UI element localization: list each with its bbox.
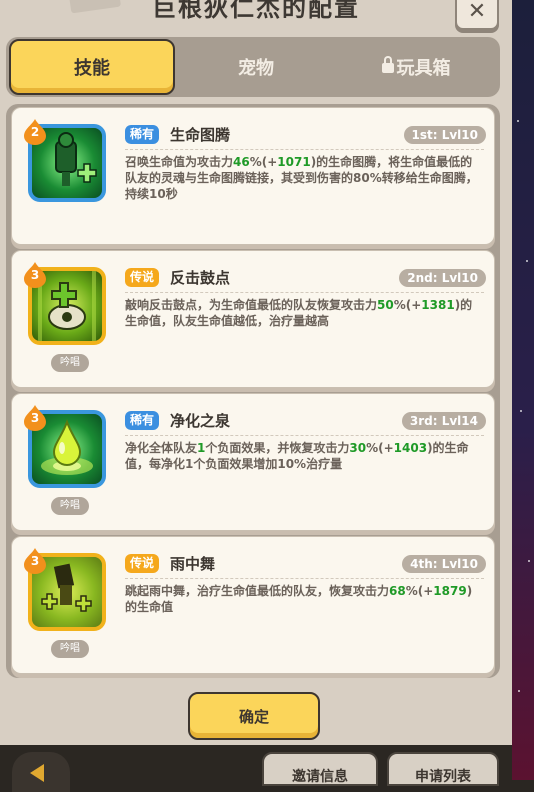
card-divider — [125, 149, 484, 150]
skill-description: 跳起雨中舞，治疗生命值最低的队友，恢复攻击力68%(+1879)的生命值 — [125, 583, 482, 615]
value-highlight: 1381 — [421, 298, 455, 312]
desc-text: 跳起雨中舞，治疗生命值最低的队友，恢复攻击力 — [125, 584, 390, 598]
desc-text: %(+ — [366, 441, 394, 455]
value-highlight: 30 — [349, 441, 367, 455]
skill-description: 召唤生命值为攻击力46%(+1071)的生命图腾，将生命值最低的队友的灵魂与生命… — [125, 154, 482, 202]
value-highlight: 1403 — [393, 441, 428, 455]
back-button[interactable] — [12, 752, 70, 792]
tab-toybox-label: 玩具箱 — [396, 58, 451, 79]
rarity-badge: 稀有 — [125, 125, 160, 144]
skill-slot-level: 3rd: Lvl14 — [401, 412, 486, 430]
value-highlight: 1071 — [277, 155, 311, 169]
tab-skills[interactable]: 技能 — [9, 39, 175, 95]
desc-text: 个负面效果，并恢复攻击力 — [205, 441, 350, 455]
rarity-badge: 传说 — [125, 554, 160, 573]
skill-list: 2 稀有 生命图腾 1st: Lvl10 召唤生命值为攻击力46%(+1071)… — [6, 104, 500, 678]
tab-pets-label: 宠物 — [238, 58, 274, 79]
invite-info-button[interactable]: 邀请信息 — [262, 752, 378, 786]
skill-card[interactable]: 3 吟唱 传说 雨中舞 4th: Lvl10 跳起雨中舞，治疗生命值最低的队友，… — [11, 536, 495, 674]
skill-card[interactable]: 3 吟唱 传说 反击鼓点 2nd: Lvl10 敲响反击鼓点，为生命值最低的队友… — [11, 250, 495, 388]
value-highlight: 50 — [377, 298, 394, 312]
confirm-button[interactable]: 确定 — [188, 692, 320, 740]
tab-toybox[interactable]: 玩具箱 — [336, 41, 496, 93]
desc-text: %(+ — [393, 298, 422, 312]
skill-description: 净化全体队友1个负面效果，并恢复攻击力30%(+1403)的生命值，每净化1个负… — [125, 440, 482, 472]
value-highlight: 46 — [233, 155, 250, 169]
tab-bar: 技能 宠物 玩具箱 — [6, 37, 500, 97]
back-arrow-icon — [30, 764, 44, 782]
apply-list-label: 申请列表 — [415, 769, 471, 785]
close-icon: ✕ — [467, 0, 487, 24]
chant-tag: 吟唱 — [51, 354, 89, 372]
dialog-title-bar: 巨根狄仁杰的配置 ✕ — [0, 0, 512, 30]
rarity-badge: 稀有 — [125, 411, 160, 430]
rarity-badge: 传说 — [125, 268, 160, 287]
apply-list-button[interactable]: 申请列表 — [387, 752, 499, 786]
skill-description: 敲响反击鼓点，为生命值最低的队友恢复攻击力50%(+1381)的生命值，队友生命… — [125, 297, 482, 329]
chant-tag: 吟唱 — [51, 497, 89, 515]
space-background — [512, 0, 534, 780]
skill-name: 生命图腾 — [170, 126, 231, 144]
tab-pets[interactable]: 宠物 — [176, 41, 336, 93]
skill-card[interactable]: 2 稀有 生命图腾 1st: Lvl10 召唤生命值为攻击力46%(+1071)… — [11, 107, 495, 245]
desc-text: %(+ — [249, 155, 278, 169]
tab-skills-label: 技能 — [74, 58, 110, 79]
confirm-label: 确定 — [238, 707, 269, 726]
desc-text: %(+ — [405, 584, 434, 598]
skill-name: 净化之泉 — [170, 412, 231, 430]
skill-slot-level: 1st: Lvl10 — [403, 126, 486, 144]
card-divider — [125, 435, 484, 436]
level-badge: 3 — [24, 262, 46, 288]
dialog-title: 巨根狄仁杰的配置 — [152, 0, 360, 22]
chant-tag: 吟唱 — [51, 640, 89, 658]
lock-icon — [381, 56, 394, 73]
skill-name: 反击鼓点 — [170, 269, 231, 287]
skill-slot-level: 2nd: Lvl10 — [399, 269, 486, 287]
invite-info-label: 邀请信息 — [292, 769, 348, 785]
skill-slot-level: 4th: Lvl10 — [402, 555, 486, 573]
level-badge: 2 — [24, 119, 46, 145]
skill-card[interactable]: 3 吟唱 稀有 净化之泉 3rd: Lvl14 净化全体队友1个负面效果，并恢复… — [11, 393, 495, 531]
desc-text: 敲响反击鼓点，为生命值最低的队友恢复攻击力 — [125, 298, 378, 312]
value-highlight: 1879 — [433, 584, 467, 598]
level-badge: 3 — [24, 405, 46, 431]
skill-name: 雨中舞 — [170, 555, 216, 573]
level-badge: 3 — [24, 548, 46, 574]
card-divider — [125, 578, 484, 579]
card-divider — [125, 292, 484, 293]
desc-text: 净化全体队友 — [125, 441, 198, 455]
config-dialog: 巨根狄仁杰的配置 ✕ 技能 宠物 玩具箱 2 稀有 生命图腾 1st: Lvl1… — [0, 0, 512, 792]
desc-text: 召唤生命值为攻击力 — [125, 155, 234, 169]
close-button[interactable]: ✕ — [455, 0, 499, 30]
value-highlight: 68 — [389, 584, 406, 598]
